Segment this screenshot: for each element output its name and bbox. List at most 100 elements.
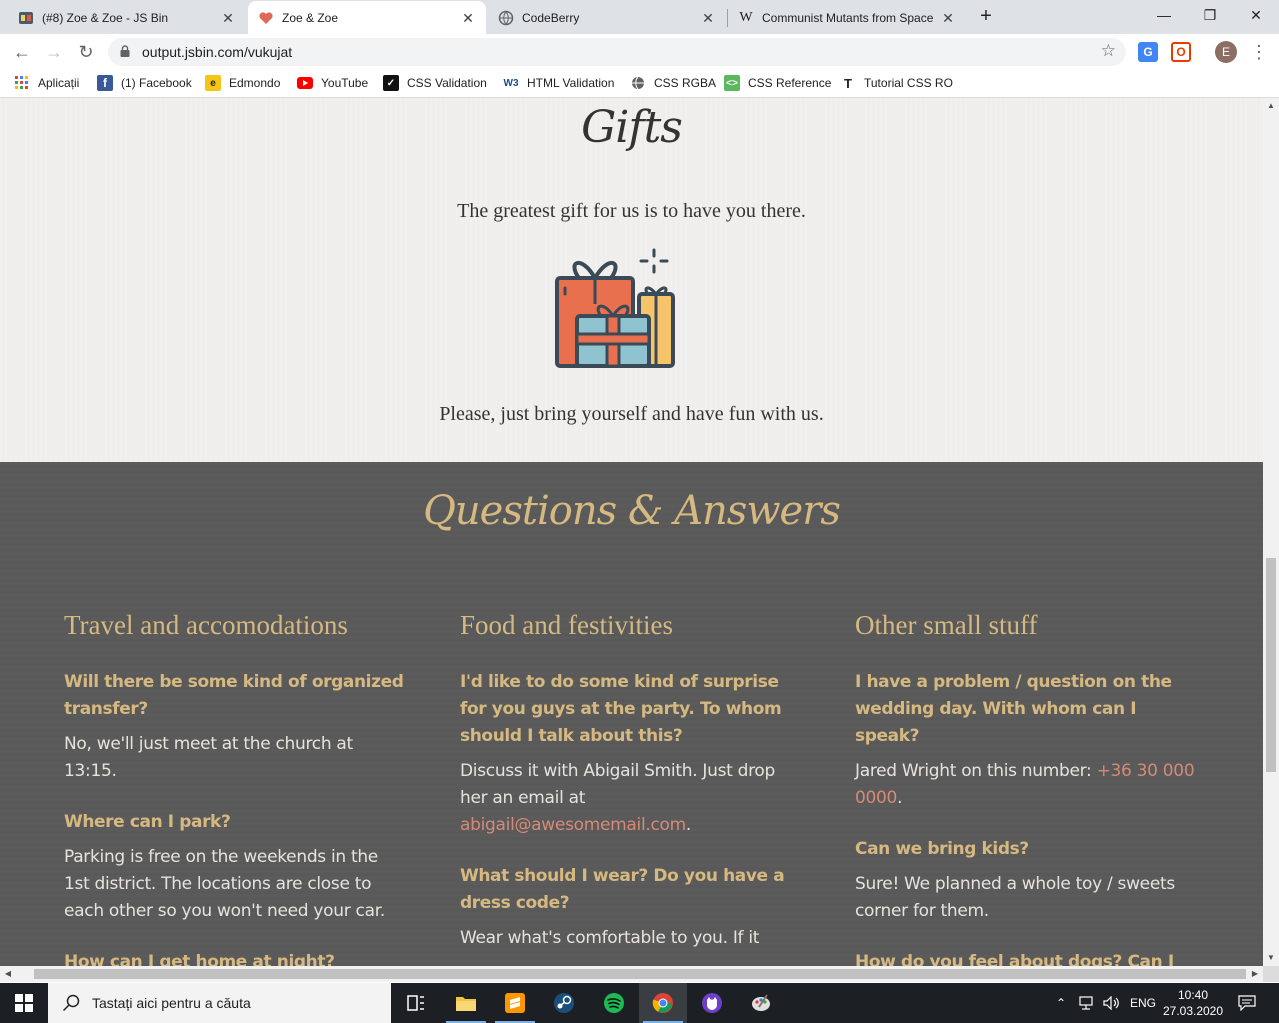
w3c-icon: W3 xyxy=(503,77,519,89)
scroll-right-arrow[interactable]: ▶ xyxy=(1247,966,1263,982)
answer-text: Discuss it with Abigail Smith. Just drop… xyxy=(460,761,776,808)
scroll-left-arrow[interactable]: ◀ xyxy=(0,966,16,982)
volume-icon[interactable] xyxy=(1103,983,1121,1023)
taskbar-chrome[interactable] xyxy=(639,983,687,1023)
tab-strip: (#8) Zoe & Zoe - JS Bin ✕ Zoe & Zoe ✕ Co… xyxy=(0,0,1279,34)
network-icon[interactable] xyxy=(1079,983,1097,1023)
youtube-icon xyxy=(297,75,313,91)
answer-text: Jared Wright on this number: xyxy=(855,761,1097,781)
scroll-up-arrow[interactable]: ▲ xyxy=(1263,98,1279,114)
translate-extension-icon[interactable]: G xyxy=(1138,42,1158,62)
minimize-button[interactable]: — xyxy=(1141,0,1187,30)
gift-boxes-icon xyxy=(555,248,675,368)
question: What should I wear? Do you have a dress … xyxy=(460,866,785,913)
answer: Sure! We planned a whole toy / sweets co… xyxy=(855,874,1175,921)
taskbar-file-explorer[interactable] xyxy=(442,983,490,1023)
spotify-icon xyxy=(604,993,624,1013)
bookmark-html-validation[interactable]: W3 HTML Validation xyxy=(503,75,615,91)
lock-icon xyxy=(120,45,130,57)
bookmark-tutorial-css[interactable]: T Tutorial CSS RO xyxy=(840,75,953,91)
input-language[interactable]: ENG xyxy=(1130,983,1156,1023)
bookmark-css-validation[interactable]: ✓ CSS Validation xyxy=(383,75,487,91)
more-menu-icon[interactable]: ⋮ xyxy=(1250,40,1268,64)
show-hidden-icons[interactable]: ⌃ xyxy=(1056,983,1066,1023)
scroll-down-arrow[interactable]: ▼ xyxy=(1263,950,1279,966)
profile-avatar[interactable]: E xyxy=(1215,41,1237,63)
back-button[interactable]: ← xyxy=(10,40,34,64)
bookmark-label: YouTube xyxy=(321,76,369,90)
taskbar-steam[interactable] xyxy=(540,983,588,1023)
bookmark-css-rgba[interactable]: CSS RGBA xyxy=(630,75,716,91)
new-tab-button[interactable]: + xyxy=(972,4,1000,30)
column-heading: Food and festivities xyxy=(460,610,673,640)
paint-palette-icon xyxy=(752,994,770,1011)
address-bar[interactable]: output.jsbin.com/vukujat ☆ xyxy=(108,38,1126,66)
qa-column-other: Other small stuff I have a problem / que… xyxy=(855,610,1195,966)
bookmarks-bar: Aplicații f (1) Facebook e Edmondo YouTu… xyxy=(0,70,1279,98)
bookmark-youtube[interactable]: YouTube xyxy=(297,75,368,91)
windows-logo-icon xyxy=(15,994,33,1012)
answer: No, we'll just meet at the church at 13:… xyxy=(64,734,353,781)
task-view-button[interactable] xyxy=(392,983,440,1023)
bookmark-css-reference[interactable]: <> CSS Reference xyxy=(724,75,831,91)
tab-jsbin[interactable]: (#8) Zoe & Zoe - JS Bin ✕ xyxy=(8,1,246,34)
tab-codeberry[interactable]: CodeBerry ✕ xyxy=(488,1,726,34)
scroll-thumb[interactable] xyxy=(1266,558,1276,772)
taskbar-sublime-text[interactable] xyxy=(491,983,539,1023)
close-tab-icon[interactable]: ✕ xyxy=(940,10,956,26)
search-icon xyxy=(62,994,80,1012)
globe-icon xyxy=(498,10,514,26)
taskbar-search[interactable]: Tastați aici pentru a căuta xyxy=(48,983,391,1023)
gifts-text-2: Please, just bring yourself and have fun… xyxy=(439,403,824,425)
edmondo-icon: e xyxy=(205,75,221,91)
taskbar-github-desktop[interactable] xyxy=(688,983,736,1023)
chrome-icon xyxy=(652,993,673,1013)
bookmark-label: Edmondo xyxy=(229,76,281,90)
bookmark-facebook[interactable]: f (1) Facebook xyxy=(97,75,192,91)
answer: Parking is free on the weekends in the 1… xyxy=(64,847,385,921)
bookmark-apps[interactable]: Aplicații xyxy=(14,75,79,91)
horizontal-scrollbar[interactable]: ◀ ▶ xyxy=(0,966,1263,982)
gifts-section: Gifts The greatest gift for us is to hav… xyxy=(0,98,1263,462)
close-tab-icon[interactable]: ✕ xyxy=(460,10,476,26)
bookmark-label: (1) Facebook xyxy=(121,76,192,90)
qa-column-travel: Travel and accomodations Will there be s… xyxy=(64,610,404,966)
search-placeholder: Tastați aici pentru a căuta xyxy=(92,995,251,1011)
tab-zoe-and-zoe[interactable]: Zoe & Zoe ✕ xyxy=(248,1,486,34)
clock-time: 10:40 xyxy=(1177,988,1209,1002)
reload-button[interactable]: ↻ xyxy=(74,40,98,64)
close-window-button[interactable]: ✕ xyxy=(1233,0,1279,30)
bookmark-edmondo[interactable]: e Edmondo xyxy=(205,75,280,91)
vertical-scrollbar[interactable]: ▲ ▼ xyxy=(1263,98,1279,966)
question: Where can I park? xyxy=(64,812,231,832)
notifications-icon[interactable] xyxy=(1238,983,1256,1023)
facebook-icon: f xyxy=(97,75,113,91)
question: Can we bring kids? xyxy=(855,839,1029,859)
restore-button[interactable]: ❐ xyxy=(1187,0,1233,30)
bookmark-label: Tutorial CSS RO xyxy=(864,76,953,90)
system-clock[interactable]: 10:40 27.03.2020 xyxy=(1160,987,1226,1019)
taskbar-spotify[interactable] xyxy=(590,983,638,1023)
taskbar-paint[interactable] xyxy=(737,983,785,1023)
tab-wikipedia[interactable]: W Communist Mutants from Space ✕ xyxy=(728,1,966,34)
gifts-title: Gifts xyxy=(581,102,683,153)
windows-taskbar: Tastați aici pentru a căuta ⌃ ENG 10:40 … xyxy=(0,983,1279,1023)
office-extension-icon[interactable]: O xyxy=(1171,42,1191,62)
scroll-thumb[interactable] xyxy=(34,969,1246,979)
w3c-validator-icon: ✓ xyxy=(383,75,399,91)
qa-title: Questions & Answers xyxy=(423,488,841,534)
close-tab-icon[interactable]: ✕ xyxy=(220,10,236,26)
tab-title: (#8) Zoe & Zoe - JS Bin xyxy=(42,10,169,25)
clock-date: 27.03.2020 xyxy=(1162,1004,1224,1018)
question: I have a problem / question on the weddi… xyxy=(855,672,1172,746)
bookmark-label: CSS RGBA xyxy=(654,76,717,90)
question: How can I get home at night? xyxy=(64,952,335,966)
email-link[interactable]: abigail@awesomemail.com xyxy=(460,815,686,835)
tab-title: Communist Mutants from Space xyxy=(762,10,934,25)
start-button[interactable] xyxy=(0,983,48,1023)
close-tab-icon[interactable]: ✕ xyxy=(700,10,716,26)
bookmark-star-icon[interactable]: ☆ xyxy=(1101,41,1116,61)
bookmark-label: CSS Validation xyxy=(407,76,487,90)
forward-button[interactable]: → xyxy=(42,40,66,64)
answer: Wear what's comfortable to you. If it xyxy=(460,928,760,948)
